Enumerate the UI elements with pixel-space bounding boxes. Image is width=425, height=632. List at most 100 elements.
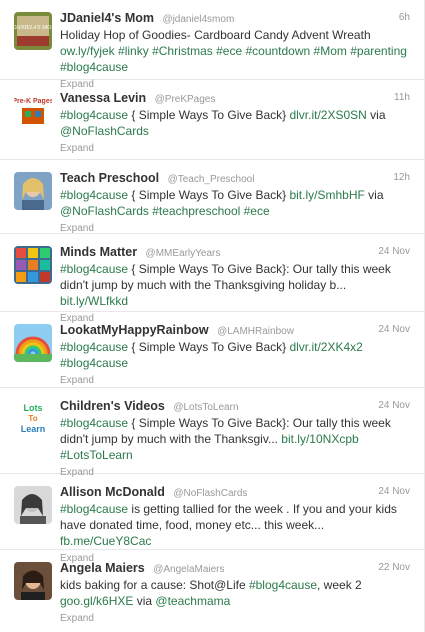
- avatar[interactable]: [14, 246, 52, 284]
- hashtag-link[interactable]: #blog4cause: [60, 60, 128, 74]
- tweet-username[interactable]: @LotsToLearn: [173, 402, 238, 413]
- avatar-jdaniel4s-mom-icon: JDANIEL4'S MOM: [14, 12, 52, 50]
- hashtag-link[interactable]: #blog4cause: [60, 502, 128, 516]
- tweet-username[interactable]: @MMEarlyYears: [146, 248, 221, 259]
- svg-text:Pre-K Pages: Pre-K Pages: [14, 98, 52, 105]
- hashtag-link[interactable]: #blog4cause: [60, 416, 128, 430]
- avatar-teach-preschool-icon: [14, 172, 52, 210]
- tweet-timestamp[interactable]: 22 Nov: [378, 559, 410, 576]
- avatar-minds-matter-icon: [14, 246, 52, 284]
- mention-link[interactable]: @NoFlashCards: [60, 204, 149, 218]
- tweet-item[interactable]: Teach Preschool @Teach_Preschool 12h #bl…: [0, 160, 424, 234]
- tweet-text-segment: , week 2: [317, 578, 362, 592]
- tweet-link[interactable]: bit.ly/WLfkkd: [60, 294, 128, 308]
- tweet-text: #blog4cause { Simple Ways To Give Back}:…: [60, 415, 410, 463]
- tweet-fullname[interactable]: Children's Videos: [60, 399, 165, 413]
- tweet-fullname[interactable]: Angela Maiers: [60, 561, 145, 575]
- tweet-username[interactable]: @NoFlashCards: [173, 488, 247, 499]
- tweet-item[interactable]: JDANIEL4'S MOM JDaniel4's Mom @jdaniel4s…: [0, 0, 424, 90]
- tweet-timestamp[interactable]: 12h: [393, 169, 410, 186]
- hashtag-link[interactable]: #blog4cause: [60, 188, 128, 202]
- mention-link[interactable]: @teachmama: [155, 594, 230, 608]
- tweet-text: #blog4cause { Simple Ways To Give Back} …: [60, 107, 410, 139]
- tweet-text: #blog4cause { Simple Ways To Give Back}:…: [60, 261, 410, 309]
- tweet-timeline: JDANIEL4'S MOM JDaniel4's Mom @jdaniel4s…: [0, 0, 425, 632]
- tweet-fullname[interactable]: Minds Matter: [60, 245, 137, 259]
- tweet-fullname[interactable]: LookatMyHappyRainbow: [60, 323, 209, 337]
- hashtag-link[interactable]: #Mom: [314, 44, 347, 58]
- tweet-link[interactable]: dlvr.it/2XS0SN: [289, 108, 366, 122]
- tweet-text-segment: { Simple Ways To Give Back}: [128, 340, 290, 354]
- tweet-text-segment: kids baking for a cause: Shot@Life: [60, 578, 249, 592]
- tweet-text: Holiday Hop of Goodies- Cardboard Candy …: [60, 27, 410, 75]
- tweet-item[interactable]: Lots To Learn Children's Videos @LotsToL…: [0, 388, 424, 478]
- tweet-timestamp[interactable]: 24 Nov: [378, 483, 410, 500]
- tweet-username[interactable]: @AngelaMaiers: [153, 564, 224, 575]
- svg-text:Lots: Lots: [24, 403, 43, 413]
- tweet-timestamp[interactable]: 24 Nov: [378, 321, 410, 338]
- tweet-link[interactable]: ow.ly/fyjek: [60, 44, 115, 58]
- tweet-text-segment: { Simple Ways To Give Back}: [128, 108, 290, 122]
- hashtag-link[interactable]: #blog4cause: [60, 108, 128, 122]
- tweet-item[interactable]: Pre-K Pages Vanessa Levin @PreKPages 11h…: [0, 80, 424, 160]
- tweet-link[interactable]: goo.gl/k6HXE: [60, 594, 133, 608]
- tweet-fullname[interactable]: Allison McDonald: [60, 485, 165, 499]
- tweet-fullname[interactable]: Vanessa Levin: [60, 91, 146, 105]
- tweet-fullname[interactable]: Teach Preschool: [60, 171, 159, 185]
- avatar-allison-mcdonald-icon: [14, 486, 52, 524]
- expand-link[interactable]: Expand: [60, 142, 410, 155]
- hashtag-link[interactable]: #countdown: [245, 44, 310, 58]
- tweet-item[interactable]: Minds Matter @MMEarlyYears 24 Nov #blog4…: [0, 234, 424, 324]
- tweet-text-segment: via: [133, 594, 156, 608]
- hashtag-link[interactable]: #linky: [118, 44, 149, 58]
- mention-link[interactable]: @NoFlashCards: [60, 124, 149, 138]
- tweet-text: #blog4cause { Simple Ways To Give Back} …: [60, 339, 410, 371]
- hashtag-link[interactable]: #teachpreschool: [152, 204, 240, 218]
- avatar[interactable]: Pre-K Pages: [14, 92, 52, 130]
- tweet-timestamp[interactable]: 24 Nov: [378, 397, 410, 414]
- hashtag-link[interactable]: #Christmas: [152, 44, 213, 58]
- hashtag-link[interactable]: #parenting: [350, 44, 407, 58]
- tweet-link[interactable]: fb.me/CueY8Cac: [60, 534, 151, 548]
- avatar[interactable]: [14, 172, 52, 210]
- tweet-text: kids baking for a cause: Shot@Life #blog…: [60, 577, 410, 609]
- hashtag-link[interactable]: #ece: [244, 204, 270, 218]
- hashtag-link[interactable]: #ece: [216, 44, 242, 58]
- avatar-prek-pages-icon: Pre-K Pages: [14, 92, 52, 130]
- tweet-text-segment: Holiday Hop of Goodies- Cardboard Candy …: [60, 28, 371, 42]
- avatar[interactable]: Lots To Learn: [14, 400, 52, 438]
- tweet-username[interactable]: @jdaniel4smom: [162, 14, 234, 25]
- svg-text:Learn: Learn: [21, 424, 46, 434]
- tweet-text-segment: { Simple Ways To Give Back}: [128, 188, 290, 202]
- hashtag-link[interactable]: #blog4cause: [60, 356, 128, 370]
- svg-text:To: To: [28, 414, 37, 423]
- avatar-lots-to-learn-icon: Lots To Learn: [14, 400, 52, 438]
- tweet-link[interactable]: bit.ly/SmhbHF: [289, 188, 364, 202]
- tweet-link[interactable]: dlvr.it/2XK4x2: [289, 340, 362, 354]
- expand-link[interactable]: Expand: [60, 374, 410, 387]
- expand-link[interactable]: Expand: [60, 612, 410, 625]
- hashtag-link[interactable]: #blog4cause: [249, 578, 317, 592]
- svg-text:JDANIEL4'S MOM: JDANIEL4'S MOM: [14, 24, 52, 31]
- avatar[interactable]: [14, 324, 52, 362]
- tweet-username[interactable]: @PreKPages: [155, 94, 216, 105]
- tweet-item[interactable]: LookatMyHappyRainbow @LAMHRainbow 24 Nov…: [0, 312, 424, 388]
- avatar[interactable]: [14, 486, 52, 524]
- tweet-timestamp[interactable]: 6h: [399, 9, 410, 26]
- tweet-link[interactable]: bit.ly/10NXcpb: [281, 432, 358, 446]
- tweet-timestamp[interactable]: 24 Nov: [378, 243, 410, 260]
- hashtag-link[interactable]: #blog4cause: [60, 340, 128, 354]
- hashtag-link[interactable]: #blog4cause: [60, 262, 128, 276]
- tweet-username[interactable]: @Teach_Preschool: [168, 174, 255, 185]
- tweet-text: #blog4cause is getting tallied for the w…: [60, 501, 410, 549]
- tweet-username[interactable]: @LAMHRainbow: [217, 326, 294, 337]
- tweet-item[interactable]: Angela Maiers @AngelaMaiers 22 Nov kids …: [0, 550, 424, 632]
- avatar-angela-maiers-icon: [14, 562, 52, 600]
- tweet-timestamp[interactable]: 11h: [394, 89, 410, 106]
- hashtag-link[interactable]: #LotsToLearn: [60, 448, 133, 462]
- avatar-rainbow-icon: [14, 324, 52, 362]
- tweet-fullname[interactable]: JDaniel4's Mom: [60, 11, 154, 25]
- avatar[interactable]: [14, 562, 52, 600]
- tweet-item[interactable]: Allison McDonald @NoFlashCards 24 Nov #b…: [0, 474, 424, 564]
- avatar[interactable]: JDANIEL4'S MOM: [14, 12, 52, 50]
